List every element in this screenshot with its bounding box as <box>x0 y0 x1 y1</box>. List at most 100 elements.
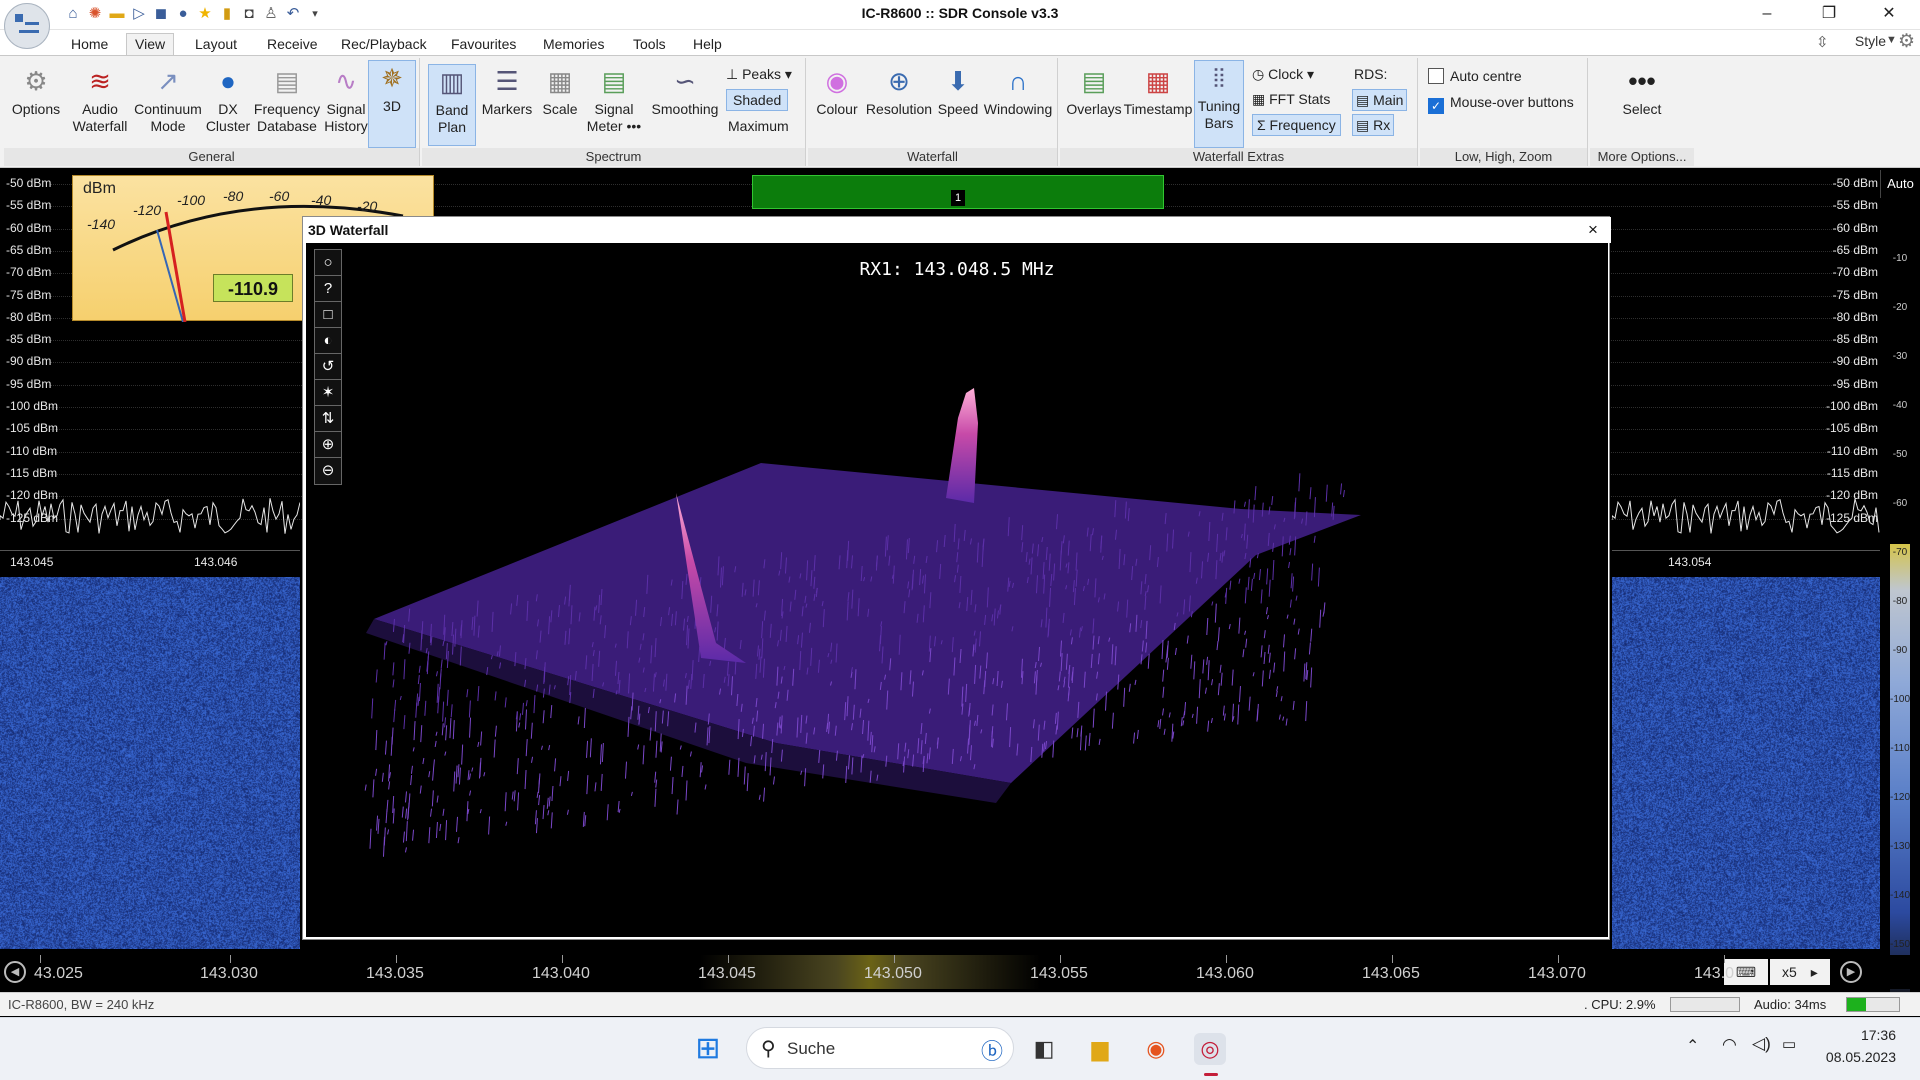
lock-icon[interactable]: ▮ <box>218 5 236 23</box>
record-icon[interactable]: ● <box>174 5 192 23</box>
3d-waterfall-canvas[interactable]: RX1: 143.048.5 MHz ○? □ ◐ ↺ ✶ ⇅ ⊕ ⊖ <box>306 243 1608 937</box>
zoom-out-icon[interactable]: ⊖ <box>314 457 342 485</box>
mouse-over-buttons-checkbox[interactable]: ✓ Mouse-over buttons <box>1428 92 1574 114</box>
resolution-button[interactable]: ⊕ Resolution <box>862 64 936 118</box>
square-view-icon[interactable]: □ <box>314 301 342 329</box>
play-icon[interactable]: ▷ <box>130 5 148 23</box>
wifi-icon[interactable]: ◠ <box>1722 1035 1737 1055</box>
tab-memories[interactable]: Memories <box>534 33 613 56</box>
taskbar-search[interactable]: ⚲ Suche ⓑ <box>746 1027 1014 1069</box>
frequency-axis[interactable]: ◀ ⌨ x5 ▸ ▶ 43.025 143.030 143.035 143.040 143… <box>0 955 1920 989</box>
minimize-button[interactable]: – <box>1744 0 1790 30</box>
tab-view[interactable]: View <box>126 33 174 56</box>
tab-rec-playback[interactable]: Rec/Playback <box>332 33 436 56</box>
noise-spike <box>1287 615 1288 619</box>
file-explorer-icon[interactable]: ▆ <box>1084 1033 1116 1065</box>
rds-rx-icon: ▤ <box>1356 117 1369 133</box>
fft-stats-toggle[interactable]: ▦ FFT Stats <box>1252 89 1330 109</box>
band-plan-button[interactable]: ▥ Band Plan <box>428 64 476 146</box>
firefox-icon[interactable]: ◉ <box>1140 1033 1172 1065</box>
tab-home[interactable]: Home <box>62 33 117 56</box>
windowing-button[interactable]: ∩ Windowing <box>980 64 1056 118</box>
auto-scale-button[interactable]: Auto <box>1880 170 1920 198</box>
task-view-icon[interactable]: ◧ <box>1028 1033 1060 1065</box>
close-button[interactable]: ✕ <box>1866 0 1912 30</box>
rds-main-toggle[interactable]: ▤ Main <box>1352 89 1407 111</box>
noise-spike <box>413 830 414 841</box>
undo-icon[interactable]: ↶ <box>284 5 302 23</box>
noise-spike <box>1289 562 1290 568</box>
scroll-left-button[interactable]: ◀ <box>4 961 26 983</box>
waterfall-right[interactable] <box>1612 577 1880 949</box>
battery-icon[interactable]: ▭ <box>1782 1035 1796 1053</box>
zoom-factor-selector[interactable]: x5 ▸ <box>1770 959 1830 985</box>
chevron-down-icon[interactable]: ▼ <box>1886 34 1897 46</box>
tuning-bars-button[interactable]: ⦙⦙ Tuning Bars <box>1194 60 1244 148</box>
clock-date[interactable]: 08.05.2023 <box>1818 1049 1896 1065</box>
overlays-button[interactable]: ▤ Overlays <box>1066 64 1122 118</box>
antenna-icon[interactable]: ♙ <box>262 5 280 23</box>
favourite-star-icon[interactable]: ★ <box>196 5 214 23</box>
sdr-console-taskbar-icon[interactable]: ◎ <box>1194 1033 1226 1065</box>
rx1-band-marker[interactable]: 1 <box>752 175 1164 209</box>
quick-access-menu-icon[interactable]: ▾ <box>306 5 324 23</box>
clock-dropdown[interactable]: ◷ Clock ▾ <box>1252 64 1314 84</box>
tab-layout[interactable]: Layout <box>186 33 246 56</box>
app-menu-button[interactable] <box>4 3 50 49</box>
tab-tools[interactable]: Tools <box>624 33 675 56</box>
camera-icon[interactable]: ◘ <box>240 5 258 23</box>
stop-icon[interactable]: ◼ <box>152 5 170 23</box>
rotate-icon[interactable]: ↺ <box>314 353 342 381</box>
colour-gradient-bar[interactable] <box>1890 544 1910 1004</box>
signal-meter-button[interactable]: ▤ Signal Meter ••• <box>582 64 646 135</box>
clock-time[interactable]: 17:36 <box>1836 1027 1896 1043</box>
style-menu[interactable]: Style <box>1855 33 1886 49</box>
folder-icon[interactable]: ▬ <box>108 5 126 23</box>
scale-button[interactable]: ▦ Scale <box>536 64 584 118</box>
swap-axis-icon[interactable]: ⇅ <box>314 405 342 433</box>
markers-button[interactable]: ☰ Markers <box>478 64 536 118</box>
frequency-database-button[interactable]: ▤ Frequency Database <box>252 64 322 135</box>
select-button[interactable]: ••• Select <box>1610 64 1674 118</box>
restore-button[interactable]: ❐ <box>1806 0 1852 30</box>
brightness-icon[interactable]: ◐ <box>314 327 342 355</box>
3d-button[interactable]: ✵ 3D <box>368 60 416 148</box>
tab-help[interactable]: Help <box>684 33 731 56</box>
shaded-toggle[interactable]: Shaded <box>726 89 788 111</box>
signal-history-button[interactable]: ∿ Signal History <box>320 64 372 135</box>
smoothing-button[interactable]: ∽ Smoothing <box>648 64 722 118</box>
options-button[interactable]: ⚙ Options <box>6 64 66 118</box>
home-icon[interactable]: ⌂ <box>64 5 82 23</box>
audio-waterfall-button[interactable]: ≋ Audio Waterfall <box>68 64 132 135</box>
help-icon[interactable]: ? <box>314 275 342 303</box>
speaker-icon[interactable]: ◁) <box>1752 1034 1771 1054</box>
maximum-toggle[interactable]: Maximum <box>728 116 789 136</box>
tab-receive[interactable]: Receive <box>258 33 327 56</box>
speed-button[interactable]: ⬇ Speed <box>934 64 982 118</box>
colour-scale[interactable]: -10 -20 -30 -40 -50 -60 -70 -80 -90 -100 -110 -120 -… <box>1880 198 1920 1008</box>
peaks-dropdown[interactable]: ⊥ Peaks ▾ <box>726 64 792 84</box>
lifebuoy-icon[interactable]: ✺ <box>86 5 104 23</box>
markers-label: Markers <box>482 101 533 117</box>
continuum-mode-button[interactable]: ↗ Continuum Mode <box>128 64 208 135</box>
waterfall-left[interactable] <box>0 577 300 949</box>
resolution-label: Resolution <box>866 101 932 117</box>
3d-window-close-button[interactable]: × <box>1583 219 1603 241</box>
frequency-toggle[interactable]: Σ Frequency <box>1252 114 1341 136</box>
dx-cluster-button[interactable]: ● DX Cluster <box>200 64 256 135</box>
timestamp-button[interactable]: ▦ Timestamp <box>1122 64 1194 118</box>
rds-rx-toggle[interactable]: ▤ Rx <box>1352 114 1394 136</box>
colour-button[interactable]: ◉ Colour <box>812 64 862 118</box>
auto-centre-checkbox[interactable]: Auto centre <box>1428 66 1522 86</box>
windows-start-icon[interactable]: ⊞ <box>692 1033 724 1065</box>
zoom-in-icon[interactable]: ⊕ <box>314 431 342 459</box>
tab-favourites[interactable]: Favourites <box>442 33 525 56</box>
bars-label: Bars <box>1205 115 1234 131</box>
chevron-up-icon[interactable]: ⌃ <box>1686 1036 1699 1056</box>
scroll-right-button[interactable]: ▶ <box>1840 961 1862 983</box>
reset-view-icon[interactable]: ○ <box>314 249 342 277</box>
db-label: -100 dBm <box>6 399 58 413</box>
light-icon[interactable]: ✶ <box>314 379 342 407</box>
meter-scale-label: -120 <box>133 202 161 218</box>
gear-icon[interactable]: ⚙ <box>1898 30 1915 53</box>
